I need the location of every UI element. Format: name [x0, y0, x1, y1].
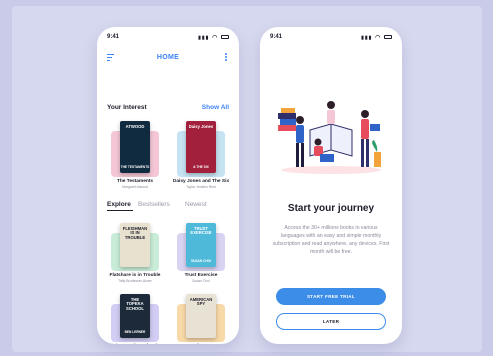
battery-icon: [384, 35, 392, 40]
start-free-trial-button[interactable]: START FREE TRIAL: [276, 288, 386, 305]
book-cover: TRUST EXERCISE SUSAN CHOI: [186, 223, 216, 267]
status-bar: 9:41 ▮▮▮ ◠: [107, 34, 229, 42]
cover-title-text: THE TOPEKA SCHOOL: [126, 297, 144, 311]
book-title: Flatshare is in Trouble: [109, 273, 161, 278]
cover-subtitle-text: & THE SIX: [193, 164, 209, 169]
cover-title-text: Daisy Jones: [188, 124, 214, 129]
interest-section-header: Your Interest Show All: [107, 104, 229, 114]
book-card[interactable]: ATWOOD THE TESTAMENTS The Testaments Margar…: [109, 121, 161, 191]
book-author: Taylor Jenkins Reid: [186, 185, 216, 189]
wifi-icon: ◠: [375, 35, 382, 41]
show-all-link[interactable]: Show All: [202, 104, 229, 111]
reading-people-illustration: [278, 101, 381, 174]
background-frame: [12, 6, 482, 352]
book-card[interactable]: THE TOPEKA SCHOOLBEN LERNERThe Topeka Sc…: [109, 294, 161, 344]
interest-heading: Your Interest: [107, 104, 147, 111]
book-author: Susan Choi: [192, 279, 210, 283]
status-icons: ▮▮▮ ◠: [361, 34, 392, 41]
book-cover: FLEISHMAN IS IN TROUBLE: [120, 223, 150, 267]
book-cover: THE TOPEKA SCHOOL BEN LERNER: [120, 294, 150, 338]
top-bar: HOME: [107, 53, 229, 63]
signal-icon: ▮▮▮: [198, 35, 210, 41]
cover-title-text: AMERICAN SPY: [189, 297, 213, 307]
signal-icon: ▮▮▮: [361, 35, 373, 41]
book-author: Margaret Atwood: [122, 185, 148, 189]
book-title: The Testaments: [116, 179, 154, 184]
book-cover: AMERICAN SPY: [186, 294, 216, 338]
book-card[interactable]: FLEISHMAN IS IN TROUBLE Flatshare is in T…: [109, 223, 161, 285]
tab-newest[interactable]: Newest: [185, 201, 207, 208]
cover-subtitle-text: BEN LERNER: [124, 329, 146, 334]
cover-title-text: FLEISHMAN IS IN TROUBLE: [122, 226, 148, 240]
onboarding-screen: 9:41 ▮▮▮ ◠ Start your journey Access the…: [260, 27, 402, 344]
book-author: Taffy Brodesser-Akner: [118, 279, 152, 283]
home-screen: 9:41 ▮▮▮ ◠ HOME Your Interest Show All A…: [97, 27, 239, 344]
tab-bestsellers[interactable]: Bestsellers: [138, 201, 170, 208]
book-title: Trust Exercise: [184, 273, 218, 278]
cover-title-text: TRUST EXERCISE: [190, 226, 212, 236]
book-card[interactable]: AMERICAN SPYAmerican SpyLauren Wilkinson: [175, 294, 227, 344]
status-time: 9:41: [107, 34, 120, 40]
cover-subtitle-text: THE TESTAMENTS: [120, 164, 150, 169]
status-icons: ▮▮▮ ◠: [198, 34, 229, 41]
wifi-icon: ◠: [212, 35, 219, 41]
tab-explore[interactable]: Explore: [107, 201, 131, 208]
book-card[interactable]: TRUST EXERCISE SUSAN CHOI Trust Exercise Su…: [175, 223, 227, 285]
active-tab-indicator: [107, 210, 133, 211]
book-title: Daisy Jones and The Six: [172, 179, 230, 184]
battery-icon: [221, 35, 229, 40]
onboarding-description: Access the 30+ millions books in various…: [272, 225, 390, 255]
book-card[interactable]: Daisy Jones & THE SIX Daisy Jones and The …: [173, 121, 229, 191]
onboarding-title: Start your journey: [287, 203, 375, 214]
book-cover: ATWOOD THE TESTAMENTS: [120, 121, 150, 173]
status-time: 9:41: [270, 34, 283, 40]
later-button[interactable]: LATER: [276, 313, 386, 330]
category-tabs: Explore Bestsellers Newest: [107, 201, 229, 211]
cover-subtitle-text: SUSAN CHOI: [190, 258, 211, 263]
page-title: HOME: [156, 54, 180, 61]
status-bar: 9:41 ▮▮▮ ◠: [270, 34, 392, 42]
book-cover: Daisy Jones & THE SIX: [186, 121, 216, 173]
more-options-icon[interactable]: [225, 53, 227, 62]
cover-title-text: ATWOOD: [125, 124, 145, 129]
